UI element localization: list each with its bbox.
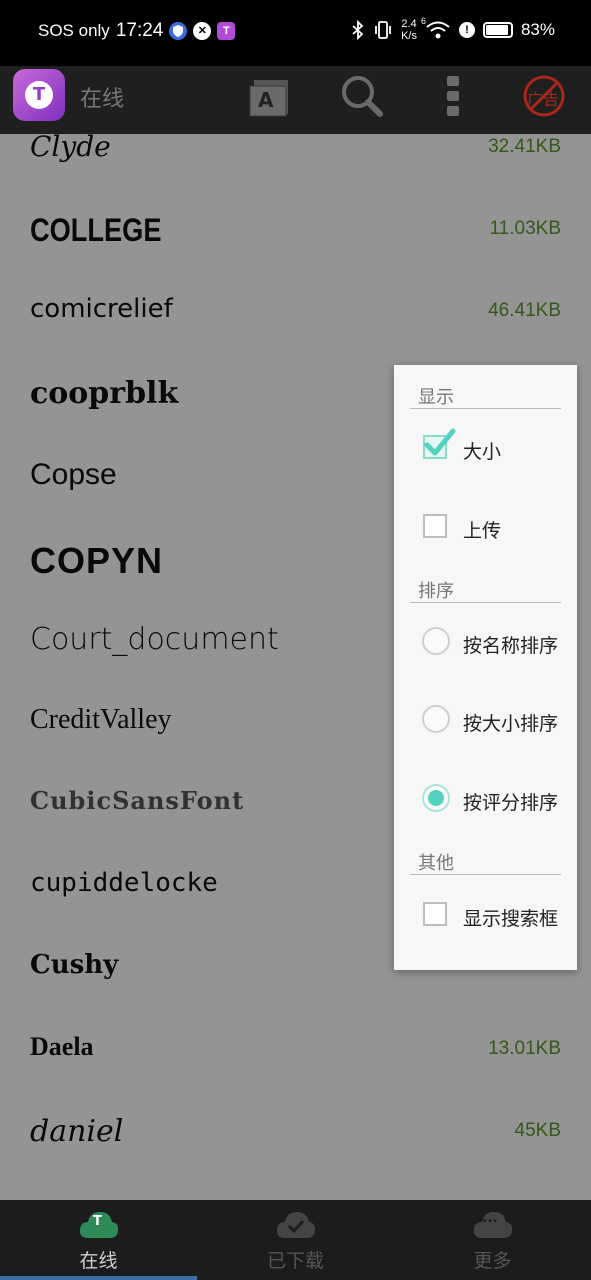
font-icon-letter: A xyxy=(258,88,274,112)
more-icon-text: ... xyxy=(482,1210,498,1226)
no-ads-button[interactable]: 广告 xyxy=(522,74,566,118)
vibrate-icon xyxy=(375,21,391,39)
alert-icon: ! xyxy=(458,22,475,38)
sort-by-rating-option[interactable]: 按评分排序 xyxy=(394,770,577,830)
size-checkbox[interactable] xyxy=(423,428,456,459)
sort-by-size-option[interactable]: 按大小排序 xyxy=(394,691,577,751)
section-sort-header: 排序 xyxy=(410,577,561,603)
online-icon-letter: T xyxy=(93,1214,102,1229)
tab-more-label: 更多 xyxy=(473,1250,512,1272)
sort-by-rating-radio[interactable] xyxy=(422,784,450,812)
close-badge-icon: ✕ xyxy=(193,22,212,40)
shield-icon xyxy=(169,22,188,40)
tab-online-label: 在线 xyxy=(79,1250,118,1272)
more-vertical-icon xyxy=(447,76,459,116)
status-left: SOS only 17:24 ✕ T xyxy=(38,20,236,42)
section-other-header: 其他 xyxy=(410,849,561,875)
status-bar: SOS only 17:24 ✕ T 2.4 K/s 6 ! 83% xyxy=(0,0,591,66)
sort-by-name-label: 按名称排序 xyxy=(463,635,559,657)
search-icon xyxy=(342,76,383,117)
carrier-text: SOS only xyxy=(38,21,110,40)
size-option[interactable]: 大小 xyxy=(394,419,577,479)
checkmark-icon xyxy=(424,428,456,456)
size-option-label: 大小 xyxy=(463,441,502,463)
sort-by-name-radio[interactable] xyxy=(422,627,450,655)
bluetooth-icon xyxy=(352,20,364,40)
battery-percent: 83% xyxy=(520,20,555,39)
app-logo: T xyxy=(13,69,65,121)
clock: 17:24 xyxy=(115,20,164,41)
battery-icon xyxy=(482,22,513,38)
tab-downloaded[interactable]: 已下载 xyxy=(197,1200,394,1280)
tab-online[interactable]: T 在线 xyxy=(0,1200,197,1280)
show-search-checkbox[interactable] xyxy=(423,902,447,926)
bottom-nav: T 在线 已下载 ... 更多 xyxy=(0,1200,591,1280)
app-notification-icon: T xyxy=(217,22,236,40)
more-options-button[interactable] xyxy=(432,74,476,118)
sort-by-size-radio[interactable] xyxy=(422,705,450,733)
wifi-label: 6 xyxy=(420,16,426,26)
ad-text: 广告 xyxy=(527,90,560,109)
upload-option-label: 上传 xyxy=(463,520,502,542)
section-display-header: 显示 xyxy=(410,383,561,409)
speed-value: 2.4 xyxy=(401,18,417,30)
status-right: 2.4 K/s 6 ! 83% xyxy=(351,16,555,42)
show-search-option[interactable]: 显示搜索框 xyxy=(394,886,577,946)
upload-option[interactable]: 上传 xyxy=(394,498,577,558)
sort-by-name-option[interactable]: 按名称排序 xyxy=(394,613,577,673)
downloaded-cloud-icon xyxy=(276,1212,316,1238)
network-speed: 2.4 K/s xyxy=(401,18,417,42)
logo-letter: T xyxy=(25,81,53,109)
app-title: 在线 xyxy=(80,87,125,112)
active-tab-indicator xyxy=(0,1276,197,1280)
app-bar: T 在线 A 广告 xyxy=(0,66,591,134)
sort-by-rating-label: 按评分排序 xyxy=(463,792,559,814)
upload-checkbox[interactable] xyxy=(423,514,447,538)
show-search-label: 显示搜索框 xyxy=(463,908,559,930)
options-menu: 显示 大小 上传 排序 按名称排序 按大小排序 按评分排序 其他 显示搜索框 xyxy=(394,365,577,970)
speed-unit: K/s xyxy=(401,30,417,42)
font-preview-button[interactable]: A xyxy=(248,74,292,118)
sort-by-size-label: 按大小排序 xyxy=(463,713,559,735)
wifi-icon: 6 xyxy=(421,16,451,40)
search-button[interactable] xyxy=(340,74,384,118)
tab-downloaded-label: 已下载 xyxy=(266,1250,324,1272)
tab-more[interactable]: ... 更多 xyxy=(394,1200,591,1280)
